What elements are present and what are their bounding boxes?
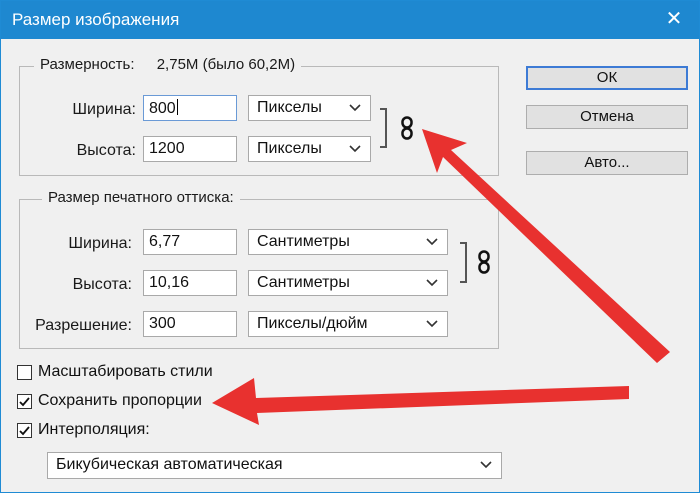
image-size-dialog: Размер изображения ✕ Размерность: 2,75M … (0, 0, 700, 493)
chevron-down-icon (426, 279, 438, 287)
resample-method-select[interactable]: Бикубическая автоматическая (47, 452, 502, 479)
ok-button[interactable]: ОК (526, 66, 688, 90)
checkmark-icon (19, 426, 30, 436)
resample-method-value: Бикубическая автоматическая (56, 456, 283, 473)
chevron-down-icon (426, 238, 438, 246)
close-icon[interactable]: ✕ (663, 7, 685, 31)
print-height-label: Высота: (72, 276, 132, 293)
constrain-proportions-checkbox[interactable] (17, 394, 32, 409)
resolution-label: Разрешение: (35, 317, 132, 334)
pixel-dimensions-legend: Размерность: 2,75M (было 60,2M) (34, 56, 302, 73)
print-link-bracket (460, 242, 467, 283)
print-width-unit-value: Сантиметры (257, 233, 350, 250)
print-height-unit-select[interactable]: Сантиметры (248, 270, 448, 296)
text-caret (176, 99, 178, 115)
scale-styles-checkbox[interactable] (17, 365, 32, 380)
resample-label: Интерполяция: (38, 421, 150, 438)
print-height-unit-value: Сантиметры (257, 274, 350, 291)
cancel-button[interactable]: Отмена (526, 105, 688, 129)
scale-styles-label: Масштабировать стили (38, 363, 213, 380)
chevron-down-icon (480, 461, 492, 469)
pixel-link-bracket (380, 108, 387, 148)
pixel-dimensions-value: 2,75M (было 60,2M) (156, 56, 296, 73)
pixel-width-input[interactable]: 800 (143, 95, 237, 121)
print-width-unit-select[interactable]: Сантиметры (248, 229, 448, 255)
resolution-unit-value: Пикселы/дюйм (257, 315, 368, 332)
constrain-proportions-label: Сохранить пропорции (38, 392, 202, 409)
pixel-height-label: Высота: (76, 142, 136, 159)
chevron-down-icon (349, 104, 361, 112)
chevron-down-icon (426, 320, 438, 328)
print-width-label: Ширина: (68, 235, 132, 252)
arrow-to-constrain-proportions (212, 378, 629, 425)
dialog-title: Размер изображения (12, 10, 180, 29)
title-bar: Размер изображения ✕ (1, 1, 699, 39)
print-size-legend: Размер печатного оттиска: (42, 189, 240, 206)
pixel-height-unit-select[interactable]: Пикселы (248, 136, 371, 162)
print-width-input[interactable]: 6,77 (143, 229, 237, 255)
print-height-input[interactable]: 10,16 (143, 270, 237, 296)
pixel-width-unit-select[interactable]: Пикселы (248, 95, 371, 121)
chain-link-icon[interactable] (400, 116, 414, 140)
pixel-height-unit-value: Пикселы (257, 140, 322, 157)
pixel-width-label: Ширина: (72, 101, 136, 118)
checkmark-icon (19, 397, 30, 407)
chevron-down-icon (349, 145, 361, 153)
resolution-unit-select[interactable]: Пикселы/дюйм (248, 311, 448, 337)
resolution-input[interactable]: 300 (143, 311, 237, 337)
resample-checkbox[interactable] (17, 423, 32, 438)
pixel-dimensions-label: Размерность: (40, 56, 135, 73)
auto-button[interactable]: Авто... (526, 151, 688, 175)
pixel-height-input[interactable]: 1200 (143, 136, 237, 162)
pixel-width-unit-value: Пикселы (257, 99, 322, 116)
chain-link-icon[interactable] (477, 250, 491, 274)
